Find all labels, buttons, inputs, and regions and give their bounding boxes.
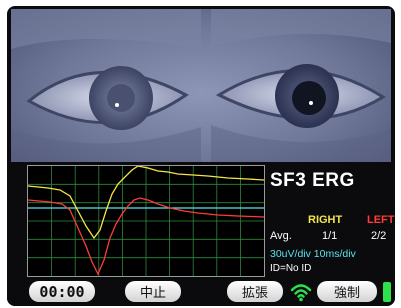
stop-button[interactable]: 中止	[125, 281, 181, 302]
plot-grid	[28, 166, 264, 276]
force-button[interactable]: 強制	[317, 281, 377, 302]
battery-icon	[383, 282, 391, 302]
page-title: SF3 ERG	[270, 170, 355, 191]
right-eye-label: RIGHT	[308, 214, 343, 226]
waveform-svg	[28, 166, 264, 276]
avg-left-value: 2/2	[371, 230, 387, 242]
wifi-icon	[290, 284, 312, 302]
avg-right-value: 1/1	[322, 230, 338, 242]
timer-display: 00:00	[29, 281, 95, 302]
eyes-image	[11, 9, 391, 162]
avg-label: Avg.	[270, 230, 292, 242]
expand-button[interactable]: 拡張	[227, 281, 283, 302]
scale-readout: 30uV/div 10ms/div	[270, 248, 356, 260]
erg-device-screen: SF3 ERG RIGHT LEFT Avg. 1/1 2/2 30uV/div…	[7, 6, 395, 306]
info-panel: SF3 ERG RIGHT LEFT Avg. 1/1 2/2 30uV/div…	[266, 164, 395, 276]
left-eye-label: LEFT	[367, 214, 395, 226]
control-bar: 00:00 中止 拡張 強制	[7, 278, 395, 306]
eye-camera-view	[11, 9, 391, 162]
erg-waveform-plot	[27, 165, 265, 277]
patient-id: ID=No ID	[270, 263, 312, 274]
